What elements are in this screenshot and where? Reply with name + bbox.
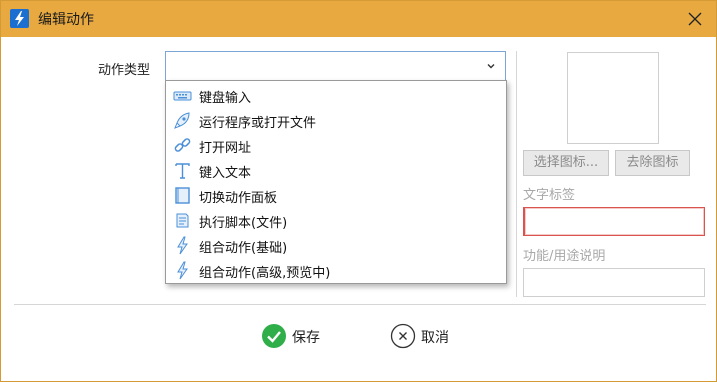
chevron-down-icon	[485, 60, 497, 72]
action-type-dropdown: 键盘输入 运行程序或打开文件 打开网址 键入文本 切换动作面板 执行脚本(文件)…	[165, 80, 507, 284]
option-label: 执行脚本(文件)	[199, 216, 288, 231]
option-label: 组合动作(基础)	[199, 241, 288, 256]
option-type-text[interactable]: 键入文本	[166, 158, 506, 183]
script-icon	[173, 211, 192, 230]
icon-preview-box	[567, 52, 659, 144]
text-t-icon	[173, 161, 192, 180]
action-type-label: 动作类型	[98, 63, 151, 78]
save-label: 保存	[292, 330, 320, 346]
description-input[interactable]	[523, 268, 705, 297]
footer-divider	[14, 304, 706, 305]
option-combo-advanced[interactable]: 组合动作(高级,预览中)	[166, 258, 506, 283]
link-icon	[173, 136, 192, 155]
option-combo-basic[interactable]: 组合动作(基础)	[166, 233, 506, 258]
option-keyboard-input[interactable]: 键盘输入	[166, 83, 506, 108]
edit-action-dialog: 编辑动作 动作类型 键盘输入 运行程序或打开文件 打开网址 键入文本 切换动作面…	[0, 0, 717, 382]
remove-icon-button[interactable]: 去除图标	[615, 150, 690, 176]
option-label: 键盘输入	[199, 91, 252, 106]
option-open-url[interactable]: 打开网址	[166, 133, 506, 158]
vertical-divider	[516, 51, 517, 297]
cancel-button[interactable]: 取消	[390, 322, 460, 350]
option-switch-panel[interactable]: 切换动作面板	[166, 183, 506, 208]
option-label: 切换动作面板	[199, 191, 278, 206]
text-label-caption: 文字标签	[523, 188, 576, 203]
close-circle-icon	[390, 323, 416, 349]
text-label-input[interactable]	[523, 207, 705, 236]
lightning-icon	[173, 236, 192, 255]
lightning-icon	[173, 261, 192, 280]
lightning-app-icon	[10, 9, 29, 28]
action-type-select[interactable]	[165, 51, 506, 81]
description-caption: 功能/用途说明	[523, 249, 606, 264]
window-title: 编辑动作	[38, 12, 94, 28]
title-bar: 编辑动作	[1, 1, 716, 37]
close-icon[interactable]	[683, 7, 707, 31]
check-circle-icon	[261, 323, 287, 349]
panel-icon	[173, 186, 192, 205]
option-label: 运行程序或打开文件	[199, 116, 317, 131]
keyboard-icon	[173, 86, 192, 105]
option-label: 打开网址	[199, 141, 252, 156]
option-run-program[interactable]: 运行程序或打开文件	[166, 108, 506, 133]
cancel-label: 取消	[421, 330, 449, 346]
rocket-icon	[173, 111, 192, 130]
save-button[interactable]: 保存	[261, 322, 331, 350]
choose-icon-button[interactable]: 选择图标...	[523, 150, 609, 176]
option-run-script[interactable]: 执行脚本(文件)	[166, 208, 506, 233]
option-label: 组合动作(高级,预览中)	[199, 266, 331, 281]
dialog-body: 动作类型 键盘输入 运行程序或打开文件 打开网址 键入文本 切换动作面板 执行脚…	[1, 37, 716, 381]
option-label: 键入文本	[199, 166, 252, 181]
